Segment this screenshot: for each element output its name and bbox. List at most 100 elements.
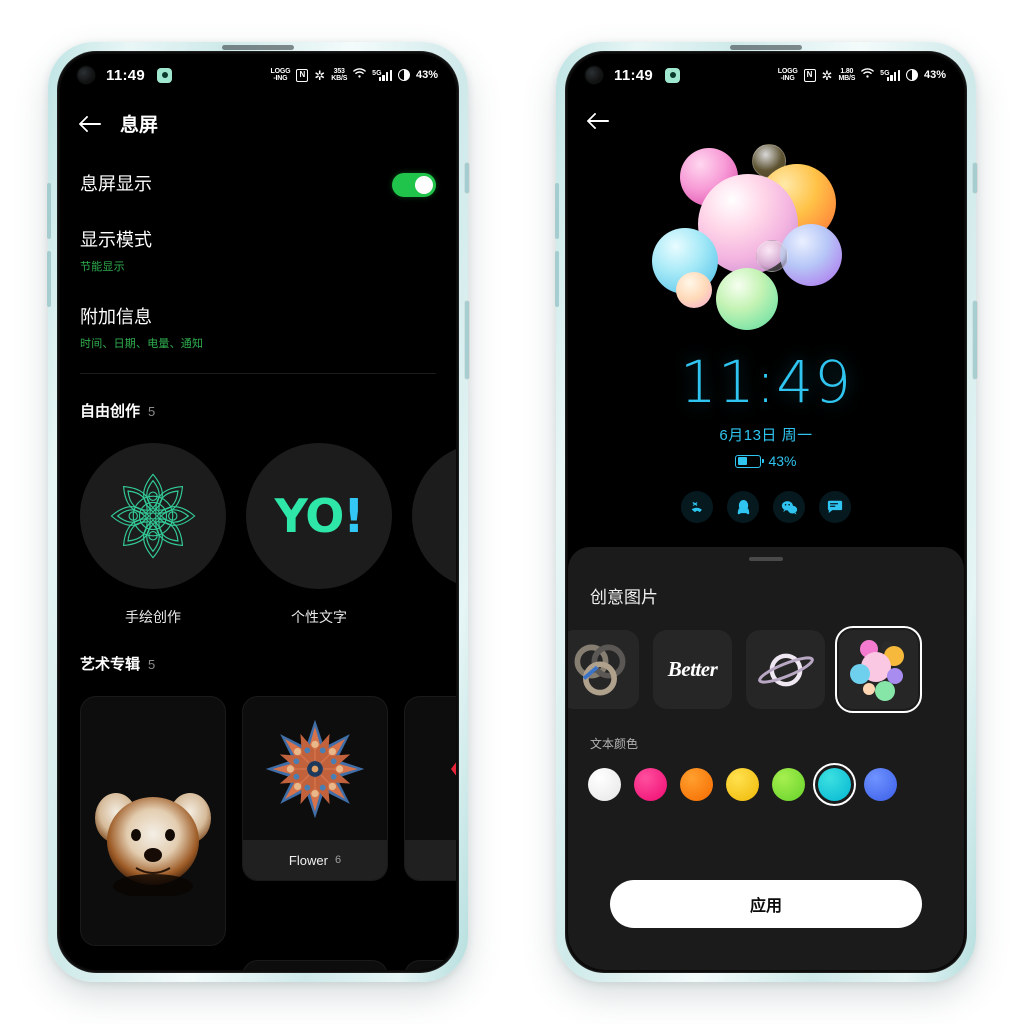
cellular-signal-group: 5G bbox=[880, 69, 900, 81]
art-album-carousel[interactable]: Flower 6 未 bbox=[60, 674, 456, 946]
setting-text-group: 息屏显示 bbox=[80, 170, 392, 196]
arrow-left-icon[interactable] bbox=[588, 110, 610, 132]
right-phone-volume-down-button[interactable] bbox=[555, 251, 559, 307]
speed-value: 1.80 bbox=[840, 67, 854, 75]
knot-rings-svg bbox=[574, 644, 625, 695]
color-swatch-green[interactable] bbox=[772, 768, 805, 801]
logging-line2: -ING bbox=[273, 75, 288, 82]
album-caption-row: 未 bbox=[405, 840, 456, 880]
color-bubbles-artwork bbox=[568, 140, 964, 340]
color-swatch-yellow[interactable] bbox=[726, 768, 759, 801]
art-album-carousel-row2[interactable] bbox=[60, 946, 456, 970]
battery-circle-icon bbox=[905, 69, 918, 81]
saturn-ring-thumb[interactable] bbox=[746, 630, 825, 709]
creative-picture-thumbnails[interactable]: Better bbox=[568, 626, 946, 713]
front-camera-punchhole bbox=[78, 67, 94, 83]
album-caption: Flower bbox=[288, 852, 328, 868]
yo-text-glyphs: YO! bbox=[275, 489, 365, 543]
earpiece-speaker bbox=[730, 45, 802, 50]
section-title: 自由创作 bbox=[80, 403, 141, 420]
album-card-dark[interactable] bbox=[404, 960, 456, 970]
status-time: 11:49 bbox=[106, 66, 146, 84]
sheet-drag-handle[interactable] bbox=[749, 557, 783, 561]
aod-display-toggle[interactable] bbox=[392, 173, 436, 197]
section-count: 5 bbox=[148, 404, 156, 419]
text-color-swatches[interactable] bbox=[586, 763, 946, 806]
knot-rings-thumb[interactable] bbox=[568, 630, 639, 709]
color-bubbles-thumb[interactable] bbox=[835, 626, 922, 713]
color-swatch-white[interactable] bbox=[588, 768, 621, 801]
free-creation-carousel[interactable]: 手绘创作 YO! 个性文字 Y bbox=[60, 421, 456, 627]
album-card-red-panda[interactable] bbox=[80, 696, 226, 946]
aod-battery-group: 43% bbox=[568, 453, 964, 469]
left-phone-volume-down-button[interactable] bbox=[47, 251, 51, 307]
screenshot-stage: 11:49 LOGG -ING N ✲ 353 KB/S 5G 43% 息屏 息… bbox=[0, 0, 1024, 1024]
settings-list: 息屏显示 显示模式 节能显示 附加信息 时间、日期、电量、通知 bbox=[60, 145, 456, 374]
text-color-label: 文本颜色 bbox=[590, 737, 639, 751]
album-card-white-sphere[interactable] bbox=[242, 960, 388, 970]
color-swatch-orange[interactable] bbox=[680, 768, 713, 801]
bubble-glass-small-2 bbox=[756, 240, 788, 272]
bluetooth-icon: ✲ bbox=[314, 67, 326, 83]
free-creation-label: 个性文字 bbox=[291, 609, 347, 625]
recording-app-icon bbox=[157, 67, 173, 83]
red-panda-art bbox=[81, 697, 225, 945]
aod-date: 6月13日 周一 bbox=[719, 427, 813, 444]
free-creation-header: 自由创作 5 bbox=[60, 374, 456, 421]
setting-row-aod-display[interactable]: 息屏显示 bbox=[80, 155, 436, 211]
bluetooth-icon: ✲ bbox=[821, 67, 833, 83]
color-swatch-blue[interactable] bbox=[864, 768, 897, 801]
album-card-red-burst[interactable]: 未 bbox=[404, 696, 456, 881]
album-caption-row: Flower 6 bbox=[243, 840, 387, 880]
right-phone-small-side-button[interactable] bbox=[973, 163, 977, 193]
left-phone-device: 11:49 LOGG -ING N ✲ 353 KB/S 5G 43% 息屏 息… bbox=[47, 42, 469, 982]
network-speed-indicator: 353 KB/S bbox=[331, 68, 347, 82]
free-creation-item-handdraw[interactable]: 手绘创作 bbox=[80, 443, 226, 627]
left-phone-screen: 11:49 LOGG -ING N ✲ 353 KB/S 5G 43% 息屏 息… bbox=[60, 54, 456, 970]
battery-pill-icon bbox=[735, 454, 765, 468]
mandala-svg bbox=[110, 473, 196, 559]
earpiece-speaker bbox=[222, 45, 294, 50]
saturn-ring-svg bbox=[757, 653, 814, 686]
red-panda-svg bbox=[95, 793, 211, 896]
better-text-label: Better bbox=[667, 657, 718, 681]
speed-value: 353 bbox=[333, 67, 345, 75]
setting-row-extra-info[interactable]: 附加信息 时间、日期、电量、通知 bbox=[80, 288, 436, 365]
red-burst-svg bbox=[451, 761, 456, 776]
album-card-flower[interactable]: Flower 6 bbox=[242, 696, 388, 881]
network-speed-indicator: 1.80 MB/S bbox=[838, 68, 855, 82]
setting-label: 附加信息 bbox=[80, 307, 152, 327]
logging-line1: LOGG bbox=[777, 67, 798, 75]
free-creation-item-partial[interactable]: Y bbox=[412, 443, 456, 627]
yo-text-art: YO! bbox=[246, 443, 392, 589]
signal-bars-icon bbox=[886, 69, 900, 81]
right-phone-volume-up-button[interactable] bbox=[555, 183, 559, 239]
aod-clock: 11:49 bbox=[679, 348, 853, 416]
aod-battery-percent: 43% bbox=[768, 453, 797, 469]
left-phone-power-button[interactable] bbox=[465, 301, 469, 379]
right-phone-screen: 11:49 LOGG -ING N ✲ 1.80 MB/S 5G 43% 11:… bbox=[568, 54, 964, 970]
recording-app-icon bbox=[665, 67, 681, 83]
setting-sublabel: 时间、日期、电量、通知 bbox=[80, 338, 204, 350]
color-bubbles-thumb-svg bbox=[849, 639, 904, 701]
better-text-thumb[interactable]: Better bbox=[653, 630, 732, 709]
color-swatch-cyan[interactable] bbox=[813, 763, 856, 806]
right-phone-bezel: 11:49 LOGG -ING N ✲ 1.80 MB/S 5G 43% 11:… bbox=[555, 45, 977, 973]
logging-indicator: LOGG -ING bbox=[778, 68, 798, 82]
art-album-header: 艺术专辑 5 bbox=[60, 627, 456, 674]
left-phone-small-side-button[interactable] bbox=[465, 163, 469, 193]
bubble-peach bbox=[676, 272, 712, 308]
page-title: 息屏 bbox=[120, 115, 159, 136]
aod-notification-icons bbox=[568, 491, 964, 523]
status-time: 11:49 bbox=[614, 66, 654, 84]
dark-card-art bbox=[405, 961, 456, 970]
left-phone-volume-up-button[interactable] bbox=[47, 183, 51, 239]
signal-bars-icon bbox=[378, 69, 392, 81]
front-camera-punchhole bbox=[586, 67, 602, 83]
free-creation-item-text[interactable]: YO! 个性文字 bbox=[246, 443, 392, 627]
apply-button[interactable]: 应用 bbox=[610, 880, 922, 928]
color-swatch-pink[interactable] bbox=[634, 768, 667, 801]
setting-row-display-mode[interactable]: 显示模式 节能显示 bbox=[80, 211, 436, 288]
arrow-left-icon[interactable] bbox=[80, 113, 102, 135]
right-phone-power-button[interactable] bbox=[973, 301, 977, 379]
